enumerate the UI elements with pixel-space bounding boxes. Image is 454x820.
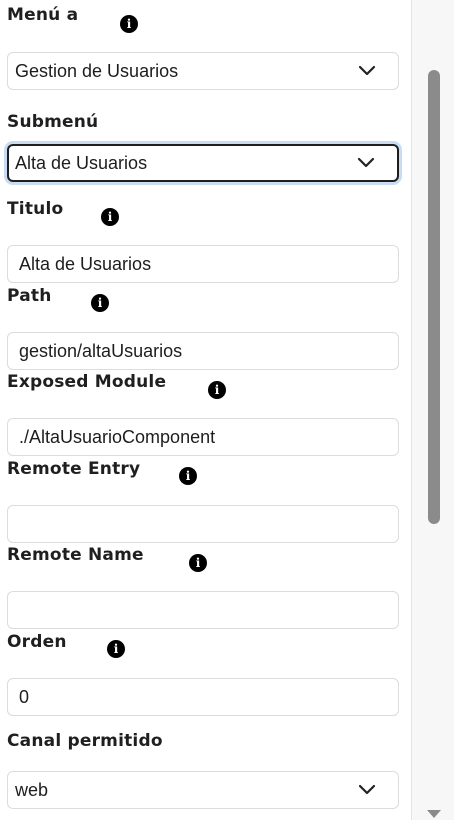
scrollbar-thumb[interactable] (428, 70, 440, 524)
vertical-scrollbar[interactable] (411, 0, 454, 820)
remote-name-input[interactable] (7, 591, 399, 629)
titulo-input[interactable]: Alta de Usuarios (7, 245, 399, 283)
chevron-down-icon (357, 157, 375, 168)
form-page: Menú a i Gestion de Usuarios Submenú Alt… (0, 0, 454, 820)
submenu-label: Submenú (7, 112, 99, 132)
exposed-module-input[interactable]: ./AltaUsuarioComponent (7, 418, 399, 456)
info-icon[interactable]: i (189, 554, 207, 572)
canal-select[interactable]: web (7, 771, 399, 809)
info-icon[interactable]: i (208, 381, 226, 399)
remote-entry-label: Remote Entry (7, 459, 141, 479)
path-label: Path (7, 286, 52, 306)
titulo-label: Titulo (7, 199, 64, 219)
menu-select-value: Gestion de Usuarios (15, 61, 179, 81)
path-input[interactable]: gestion/altaUsuarios (7, 332, 399, 370)
chevron-down-icon (358, 784, 376, 795)
remote-entry-input[interactable] (7, 505, 399, 543)
info-icon[interactable]: i (91, 294, 109, 312)
exposed-module-label: Exposed Module (7, 372, 167, 392)
menu-item-form: Menú a i Gestion de Usuarios Submenú Alt… (0, 0, 411, 820)
info-icon[interactable]: i (101, 208, 119, 226)
submenu-select[interactable]: Alta de Usuarios (7, 144, 399, 182)
remote-name-label: Remote Name (7, 545, 144, 565)
menu-select[interactable]: Gestion de Usuarios (7, 52, 399, 90)
submenu-select-value: Alta de Usuarios (15, 153, 148, 173)
scroll-down-arrow-icon[interactable] (427, 810, 441, 818)
canal-label: Canal permitido (7, 731, 163, 751)
info-icon[interactable]: i (107, 640, 125, 658)
chevron-down-icon (358, 65, 376, 76)
orden-label: Orden (7, 632, 67, 652)
info-icon[interactable]: i (120, 15, 138, 33)
orden-input[interactable]: 0 (7, 678, 399, 716)
info-icon[interactable]: i (179, 467, 197, 485)
menu-label: Menú a (7, 5, 79, 25)
canal-select-value: web (15, 780, 49, 800)
